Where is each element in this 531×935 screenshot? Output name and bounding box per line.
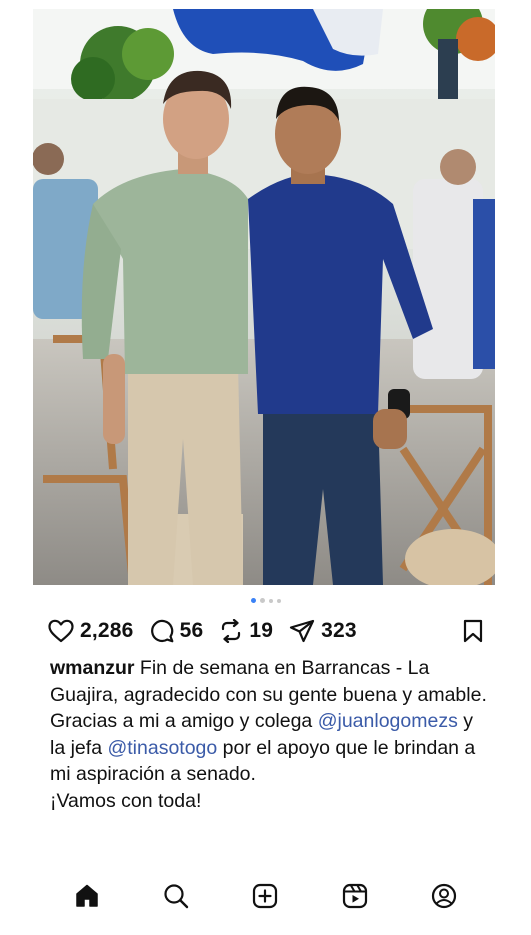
post-photo-illustration bbox=[33, 9, 495, 585]
post-image[interactable] bbox=[33, 9, 495, 585]
share-count: 323 bbox=[321, 619, 357, 642]
share-button[interactable]: 323 bbox=[289, 619, 357, 643]
caption-text: ¡Vamos con toda! bbox=[50, 789, 202, 812]
carousel-dot bbox=[268, 598, 273, 603]
save-button[interactable] bbox=[463, 619, 483, 643]
caption-paragraph-1: wmanzur Fin de semana en Barrancas - La … bbox=[50, 655, 490, 708]
caption-paragraph-2: Gracias a mi a amigo y colega @juanlogom… bbox=[50, 708, 490, 788]
carousel-dot bbox=[259, 598, 265, 603]
caption-text: Gracias a mi a amigo y colega bbox=[50, 710, 318, 733]
comment-count: 56 bbox=[179, 619, 204, 642]
post-caption: wmanzur Fin de semana en Barrancas - La … bbox=[50, 655, 490, 815]
create-icon bbox=[253, 883, 278, 909]
mention-link[interactable]: @juanlogomezs bbox=[318, 710, 458, 732]
caption-paragraph-3: ¡Vamos con toda! bbox=[50, 788, 490, 815]
caption-username[interactable]: wmanzur bbox=[50, 657, 135, 679]
carousel-indicator bbox=[0, 598, 531, 603]
tab-home[interactable] bbox=[67, 876, 107, 916]
mention-link[interactable]: @tinasotogo bbox=[107, 737, 217, 759]
repost-icon bbox=[222, 619, 241, 643]
tab-profile[interactable] bbox=[424, 876, 464, 916]
comment-icon bbox=[150, 619, 173, 643]
heart-icon bbox=[48, 619, 74, 643]
tab-search[interactable] bbox=[156, 876, 196, 916]
reels-icon bbox=[342, 883, 367, 909]
profile-icon bbox=[432, 883, 457, 909]
comment-button[interactable]: 56 bbox=[150, 619, 204, 643]
like-count: 2,286 bbox=[80, 619, 134, 642]
tab-create[interactable] bbox=[245, 876, 285, 916]
carousel-dot bbox=[276, 598, 281, 603]
tab-reels[interactable] bbox=[335, 876, 375, 916]
search-icon bbox=[164, 884, 189, 909]
post-action-bar: 2,286 56 19 323 bbox=[48, 615, 483, 647]
like-button[interactable]: 2,286 bbox=[48, 619, 134, 643]
repost-button[interactable]: 19 bbox=[219, 619, 273, 643]
home-icon bbox=[75, 884, 98, 907]
carousel-dot-active bbox=[250, 598, 256, 603]
repost-count: 19 bbox=[249, 619, 274, 642]
bookmark-icon bbox=[463, 619, 483, 643]
send-icon bbox=[289, 619, 315, 643]
bottom-tab-bar bbox=[0, 868, 531, 924]
